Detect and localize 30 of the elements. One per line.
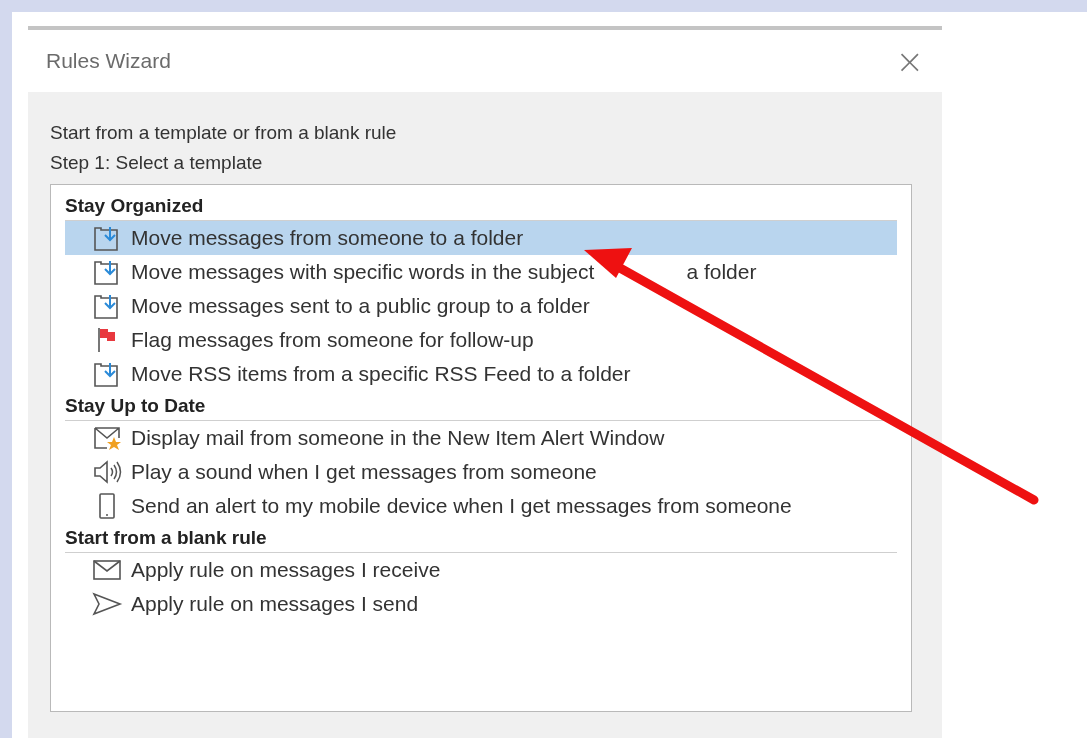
template-label: Send an alert to my mobile device when I get messages from someone [131,494,792,518]
template-item[interactable]: Display mail from someone in the New Item Alert Window [65,421,897,455]
template-item[interactable]: Play a sound when I get messages from someone [65,455,897,489]
template-item[interactable]: Move RSS items from a specific RSS Feed to a folder [65,357,897,391]
intro-text: Start from a template or from a blank rule [50,121,398,145]
template-label: a folder [686,260,757,284]
template-label: Display mail from someone in the New Item Alert Window [131,426,665,450]
template-label: Move messages sent to a public group to a folder [131,294,590,318]
template-label: Move messages with specific words in the subject [131,260,595,284]
group-heading: Start from a blank rule [65,523,897,553]
template-item[interactable]: Apply rule on messages I send [65,587,897,621]
template-label: Flag messages from someone for follow-up [131,328,534,352]
envelope-star-icon [91,424,123,452]
template-label: Apply rule on messages I receive [131,558,441,582]
send-icon [91,590,123,618]
template-label: Play a sound when I get messages from someone [131,460,597,484]
template-item[interactable]: Move messages from someone to a folder [65,221,897,255]
template-item[interactable]: Move messages with specific words in the subject a folder [65,255,897,289]
speaker-icon [91,458,123,486]
template-item[interactable]: Send an alert to my mobile device when I get messages from someone [65,489,897,523]
template-label: Move messages from someone to a folder [131,226,524,250]
template-item[interactable]: Flag messages from someone for follow-up [65,323,897,357]
template-label: Apply rule on messages I send [131,592,419,616]
template-item[interactable]: Move messages sent to a public group to a folder [65,289,897,323]
window-title: Rules Wizard [46,49,171,73]
close-button[interactable]: × [895,44,924,78]
template-item[interactable]: Apply rule on messages I receive [65,553,897,587]
template-label: Move RSS items from a specific RSS Feed to a folder [131,362,631,386]
step-label: Step 1: Select a template [50,151,264,175]
group-heading: Stay Up to Date [65,391,897,421]
